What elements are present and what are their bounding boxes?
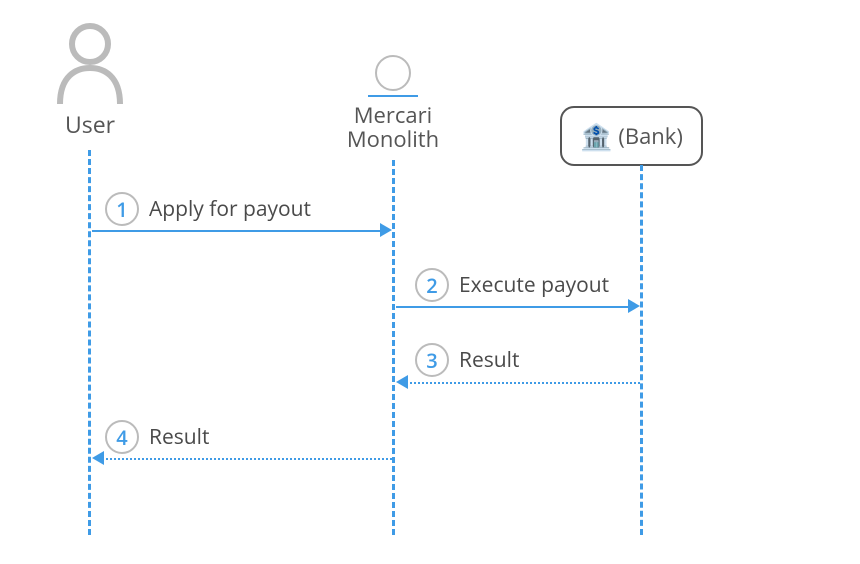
step-3-number: 3 xyxy=(415,343,449,377)
bank-icon: 🏦 xyxy=(580,118,612,154)
lifeline-user xyxy=(88,150,91,535)
arrow-1 xyxy=(92,230,382,232)
step-3: 3 Result xyxy=(415,343,519,377)
monolith-underline xyxy=(368,95,418,97)
monolith-label: Mercari Monolith xyxy=(333,103,453,151)
monolith-head-icon xyxy=(375,55,411,91)
arrow-3 xyxy=(406,382,640,384)
step-2-number: 2 xyxy=(415,268,449,302)
arrow-4 xyxy=(102,458,392,460)
user-label: User xyxy=(50,112,130,137)
arrow-1-head xyxy=(380,223,392,237)
bank-label: (Bank) xyxy=(618,121,682,151)
step-2-label: Execute payout xyxy=(459,271,609,299)
step-1-number: 1 xyxy=(105,192,139,226)
arrow-2-head xyxy=(628,299,640,313)
step-1: 1 Apply for payout xyxy=(105,192,311,226)
arrow-4-head xyxy=(92,451,104,465)
step-2: 2 Execute payout xyxy=(415,268,609,302)
step-4-number: 4 xyxy=(105,420,139,454)
lifeline-monolith xyxy=(392,160,395,535)
monolith-label-line2: Monolith xyxy=(347,124,439,154)
step-4: 4 Result xyxy=(105,420,209,454)
step-4-label: Result xyxy=(149,423,209,451)
bank-box: 🏦 (Bank) xyxy=(560,106,703,166)
user-icon xyxy=(50,22,130,112)
lifeline-bank xyxy=(640,165,643,535)
arrow-3-head xyxy=(396,375,408,389)
step-1-label: Apply for payout xyxy=(149,195,311,223)
arrow-2 xyxy=(396,306,630,308)
step-3-label: Result xyxy=(459,346,519,374)
